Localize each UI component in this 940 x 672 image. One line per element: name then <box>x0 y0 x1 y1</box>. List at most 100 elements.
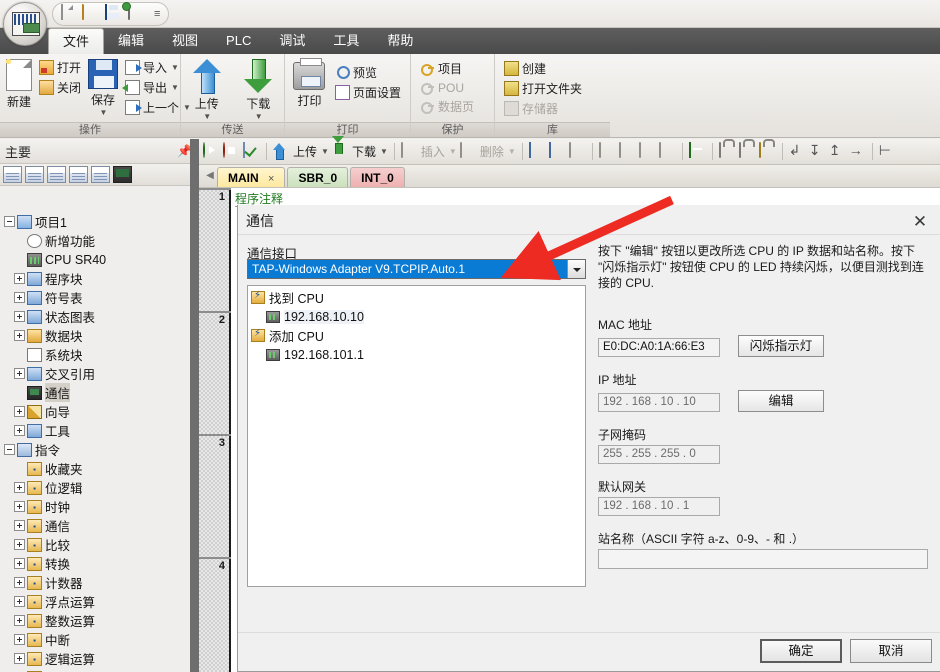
monitor-view-icon[interactable] <box>113 166 132 183</box>
menu-tab-tools[interactable]: 工具 <box>319 28 373 54</box>
tree-item-6[interactable]: 数据块 <box>0 326 189 345</box>
data-view-icon[interactable] <box>69 166 88 183</box>
library-open-folder-button[interactable]: 打开文件夹 <box>501 79 585 98</box>
cpu-list-item[interactable]: 192.168.10.10 <box>248 307 585 326</box>
toolbar-upload-caret-icon[interactable]: ▼ <box>321 147 329 156</box>
tree-expand-icon[interactable] <box>14 368 25 379</box>
save-dropdown-caret-icon[interactable]: ▼ <box>100 108 108 117</box>
tree-collapse-icon[interactable] <box>4 216 15 227</box>
tree-item-20[interactable]: ▪ 浮点运算 <box>0 592 189 611</box>
close-icon[interactable]: ✕ <box>910 213 930 233</box>
tree-item-2[interactable]: CPU SR40 <box>0 250 189 269</box>
menu-tab-plc[interactable]: PLC <box>212 28 265 54</box>
floppy-save-icon[interactable] <box>105 4 123 23</box>
grid-alt-icon[interactable] <box>548 142 566 160</box>
symbol-view-icon[interactable] <box>3 166 22 183</box>
download-button[interactable]: 下载 ▼ <box>239 57 279 121</box>
tree-item-12[interactable]: 指令 <box>0 440 189 459</box>
cancel-button[interactable]: 取消 <box>850 639 932 663</box>
cpu-list[interactable]: 找到 CPU 192.168.10.10 添加 CPU 192.168.101.1 <box>247 285 586 587</box>
tree-item-19[interactable]: ▪ 计数器 <box>0 573 189 592</box>
menu-tab-edit[interactable]: 编辑 <box>104 28 158 54</box>
upload-arrow-icon[interactable] <box>273 143 290 160</box>
chevron-down-icon[interactable] <box>567 260 585 278</box>
tree-item-0[interactable]: 项目1 <box>0 212 189 231</box>
cpu-list-group[interactable]: 找到 CPU <box>248 288 585 307</box>
edit-button[interactable]: 编辑 <box>738 390 824 412</box>
branch-up-icon[interactable]: ↲ <box>789 143 806 160</box>
editor-tab-int0[interactable]: INT_0 <box>350 167 405 187</box>
tree-item-17[interactable]: ▪ 比较 <box>0 535 189 554</box>
close-button[interactable]: 关闭 <box>36 78 84 97</box>
new-project-button[interactable]: 新建 <box>4 57 32 110</box>
lock-secondary-icon[interactable] <box>738 142 756 160</box>
tree-item-22[interactable]: ▪ 中断 <box>0 630 189 649</box>
tree-item-8[interactable]: 交叉引用 <box>0 364 189 383</box>
tree-item-4[interactable]: 符号表 <box>0 288 189 307</box>
tree-item-23[interactable]: ▪ 逻辑运算 <box>0 649 189 668</box>
tree-item-21[interactable]: ▪ 整数运算 <box>0 611 189 630</box>
upload-caret-icon[interactable]: ▼ <box>203 112 211 121</box>
tree-expand-icon[interactable] <box>14 558 25 569</box>
run-icon[interactable] <box>203 142 220 160</box>
open-button[interactable]: 打开 <box>36 58 84 77</box>
tree-expand-icon[interactable] <box>14 577 25 588</box>
tree-expand-icon[interactable] <box>14 539 25 550</box>
application-orb-button[interactable] <box>3 2 47 46</box>
tree-expand-icon[interactable] <box>14 520 25 531</box>
tree-expand-icon[interactable] <box>14 482 25 493</box>
page-setup-button[interactable]: 页面设置 <box>332 83 404 102</box>
station-name-input[interactable] <box>598 549 928 569</box>
tree-expand-icon[interactable] <box>14 653 25 664</box>
upload-button[interactable]: 上传 ▼ <box>187 57 227 121</box>
menu-tab-debug[interactable]: 调试 <box>265 28 319 54</box>
printer-icon[interactable] <box>128 4 146 23</box>
protect-project-button[interactable]: 项目 <box>417 59 477 78</box>
detail-view-icon[interactable] <box>91 166 110 183</box>
tree-item-11[interactable]: 工具 <box>0 421 189 440</box>
toolbar-download-label[interactable]: 下载 <box>352 143 376 160</box>
menu-tab-file[interactable]: 文件 <box>48 28 105 54</box>
document-view-icon[interactable] <box>47 166 66 183</box>
grid-view-icon[interactable] <box>528 142 546 160</box>
tree-item-3[interactable]: 程序块 <box>0 269 189 288</box>
editor-tab-sbr0[interactable]: SBR_0 <box>287 167 349 187</box>
branch-down-icon[interactable]: ↧ <box>809 143 826 160</box>
undo-shape-icon[interactable] <box>618 142 636 160</box>
tree-item-13[interactable]: ▪ 收藏夹 <box>0 459 189 478</box>
tree-item-16[interactable]: ▪ 通信 <box>0 516 189 535</box>
cpu-list-group[interactable]: 添加 CPU <box>248 326 585 345</box>
branch-top-icon[interactable]: ↥ <box>829 143 846 160</box>
download-caret-icon[interactable]: ▼ <box>255 112 263 121</box>
tree-item-15[interactable]: ▪ 时钟 <box>0 497 189 516</box>
preview-button[interactable]: 预览 <box>332 63 404 82</box>
compile-check-icon[interactable] <box>243 142 260 160</box>
table-view-icon[interactable] <box>25 166 44 183</box>
import-caret-icon[interactable]: ▼ <box>171 63 179 72</box>
tree-item-24[interactable]: ▪传送 <box>0 668 189 672</box>
tab-scroll-left-icon[interactable]: ◀ <box>203 165 217 187</box>
tree-collapse-icon[interactable] <box>4 444 15 455</box>
tree-expand-icon[interactable] <box>14 406 25 417</box>
stop-icon[interactable] <box>223 142 240 160</box>
tree-item-9[interactable]: 通信 <box>0 383 189 402</box>
download-arrow-icon[interactable] <box>332 143 349 160</box>
tree-expand-icon[interactable] <box>14 425 25 436</box>
library-create-button[interactable]: 创建 <box>501 59 585 78</box>
tree-expand-icon[interactable] <box>14 330 25 341</box>
tree-item-7[interactable]: 系统块 <box>0 345 189 364</box>
expand-icon[interactable] <box>568 142 586 160</box>
lock-add-icon[interactable] <box>758 142 776 160</box>
tree-expand-icon[interactable] <box>14 311 25 322</box>
save-button[interactable]: 保存 ▼ <box>88 57 119 117</box>
tree-expand-icon[interactable] <box>14 501 25 512</box>
tree-item-14[interactable]: ▪ 位逻辑 <box>0 478 189 497</box>
menu-tab-help[interactable]: 帮助 <box>373 28 427 54</box>
redo-shape-icon[interactable] <box>638 142 656 160</box>
tree-expand-icon[interactable] <box>14 273 25 284</box>
tree-item-10[interactable]: 向导 <box>0 402 189 421</box>
tree-item-18[interactable]: ▪ 转换 <box>0 554 189 573</box>
toolbar-upload-label[interactable]: 上传 <box>293 143 317 160</box>
close-icon[interactable]: × <box>268 173 274 185</box>
branch-right-icon[interactable]: → <box>849 143 866 160</box>
